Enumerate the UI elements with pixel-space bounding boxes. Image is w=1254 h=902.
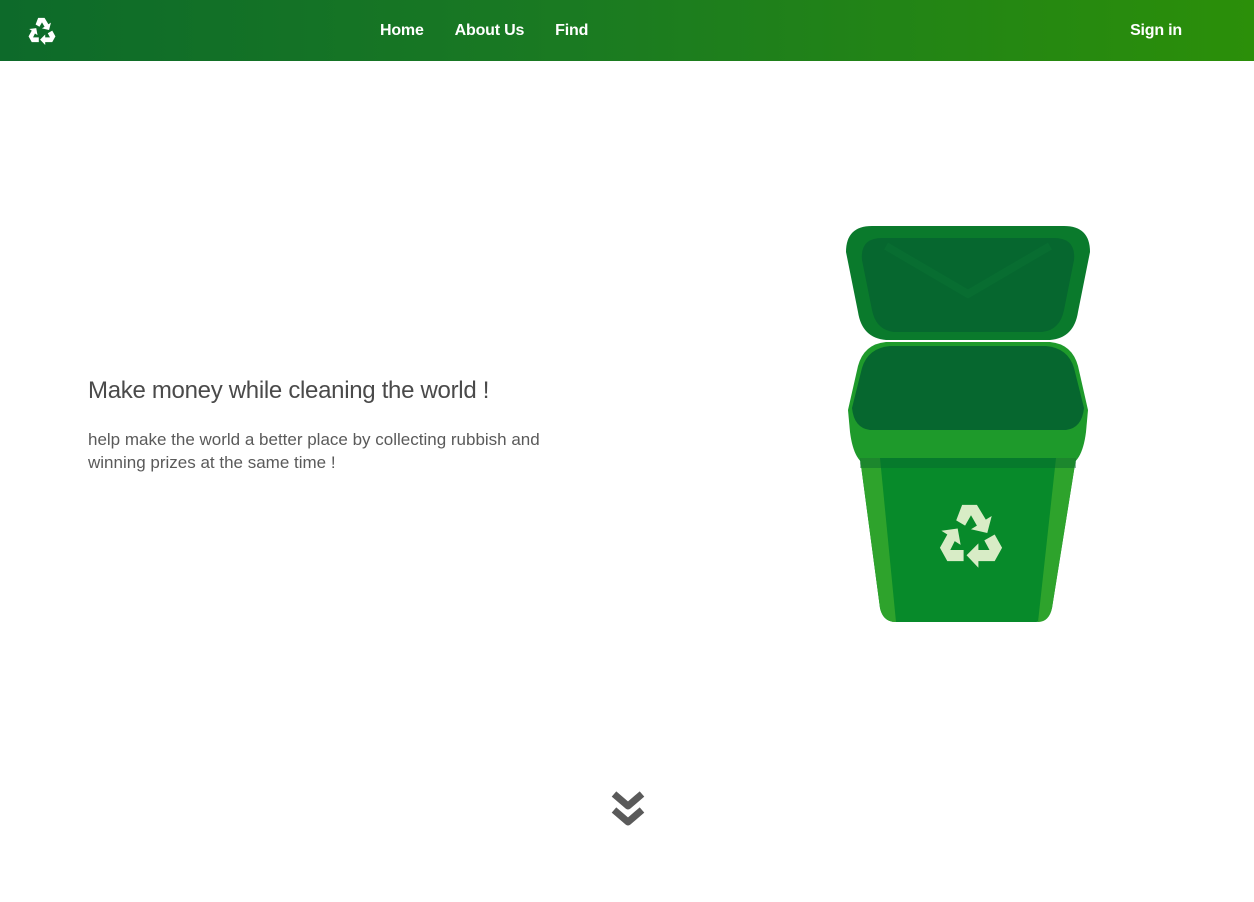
- top-navbar: Home About Us Find Sign in: [0, 0, 1254, 61]
- nav-link-find[interactable]: Find: [555, 22, 588, 40]
- hero-subtitle: help make the world a better place by co…: [88, 430, 540, 472]
- nav-link-about-us[interactable]: About Us: [455, 22, 525, 40]
- recycle-bin-icon: [846, 226, 1090, 622]
- main-nav: Home About Us Find: [380, 0, 619, 61]
- sign-in-link[interactable]: Sign in: [1130, 0, 1182, 61]
- double-chevron-down-icon[interactable]: [610, 790, 646, 832]
- recycle-icon[interactable]: [26, 14, 58, 46]
- nav-link-home[interactable]: Home: [380, 22, 424, 40]
- hero-title: Make money while cleaning the world !: [88, 377, 490, 404]
